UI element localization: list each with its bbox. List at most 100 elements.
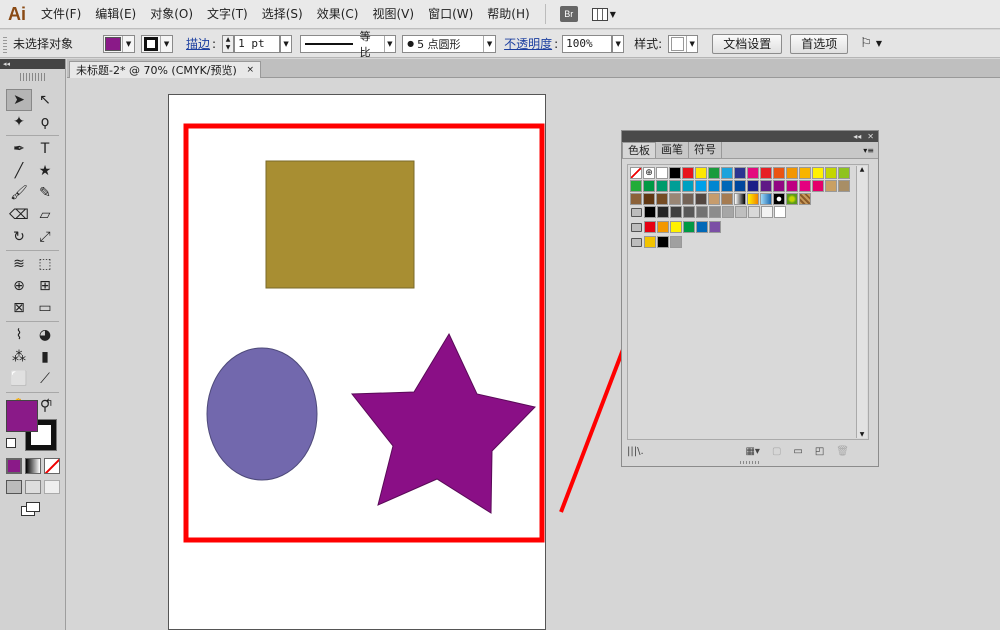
close-icon[interactable]: ✕ xyxy=(867,132,874,141)
swatch-row xyxy=(630,221,722,233)
purple-star[interactable] xyxy=(350,332,536,514)
scroll-down-icon[interactable]: ▼ xyxy=(857,431,867,438)
swatch[interactable] xyxy=(747,180,759,192)
swatch[interactable] xyxy=(838,167,850,179)
swatch[interactable] xyxy=(682,180,694,192)
swatch[interactable] xyxy=(735,206,747,218)
swatch-none[interactable] xyxy=(630,167,642,179)
show-kinds-icon[interactable]: ▦▾ xyxy=(745,446,759,457)
delete-icon[interactable]: 🗑 xyxy=(836,446,849,457)
swatch[interactable] xyxy=(838,180,850,192)
swatch[interactable] xyxy=(708,193,720,205)
swatch[interactable] xyxy=(695,167,707,179)
swatch[interactable] xyxy=(761,206,773,218)
color-group-folder-icon[interactable] xyxy=(631,238,642,247)
swatch[interactable] xyxy=(644,221,656,233)
swatch-grid: ▲ ▼ ⊕ xyxy=(627,164,869,440)
swatch[interactable] xyxy=(669,167,681,179)
color-group-folder-icon[interactable] xyxy=(631,208,642,217)
swatch[interactable] xyxy=(683,221,695,233)
purple-ellipse[interactable] xyxy=(206,347,318,481)
swatch[interactable] xyxy=(773,193,785,205)
panel-footer: |||\. ▦▾ ▢ ▭ ◰ 🗑 xyxy=(627,442,869,460)
swatch[interactable] xyxy=(643,193,655,205)
swatch[interactable] xyxy=(825,180,837,192)
swatch[interactable] xyxy=(657,236,669,248)
swatch[interactable] xyxy=(760,167,772,179)
swatch[interactable] xyxy=(709,221,721,233)
swatch[interactable] xyxy=(799,167,811,179)
swatch[interactable] xyxy=(760,180,772,192)
swatch-row: ⊕ xyxy=(630,167,851,179)
swatch[interactable] xyxy=(682,167,694,179)
swatch[interactable] xyxy=(670,236,682,248)
panel-menu-icon[interactable]: ▾≡ xyxy=(863,146,878,155)
swatch[interactable] xyxy=(786,167,798,179)
swatch-options-icon[interactable]: ▢ xyxy=(772,446,781,457)
collapse-icon[interactable]: ◂◂ xyxy=(853,132,861,141)
swatch[interactable] xyxy=(696,206,708,218)
swatch[interactable] xyxy=(670,221,682,233)
swatch[interactable] xyxy=(695,193,707,205)
swatch[interactable] xyxy=(669,193,681,205)
swatch[interactable] xyxy=(644,206,656,218)
swatch[interactable] xyxy=(682,193,694,205)
swatch[interactable] xyxy=(747,193,759,205)
swatch[interactable] xyxy=(644,236,656,248)
swatch[interactable] xyxy=(721,180,733,192)
swatch[interactable] xyxy=(630,193,642,205)
swatch-row xyxy=(630,180,851,192)
swatch[interactable] xyxy=(799,193,811,205)
swatch[interactable] xyxy=(683,206,695,218)
swatch[interactable] xyxy=(656,167,668,179)
scrollbar[interactable]: ▲ ▼ xyxy=(856,166,867,438)
footer-icons: ▦▾ ▢ ▭ ◰ 🗑 xyxy=(745,446,869,457)
new-color-group-icon[interactable]: ▭ xyxy=(793,446,802,457)
swatch[interactable] xyxy=(748,206,760,218)
swatch[interactable] xyxy=(786,180,798,192)
panel-resize-grip[interactable] xyxy=(740,461,760,464)
swatch[interactable] xyxy=(630,180,642,192)
swatch-row xyxy=(630,193,812,205)
swatch[interactable] xyxy=(708,167,720,179)
swatch[interactable] xyxy=(825,167,837,179)
swatch[interactable] xyxy=(695,180,707,192)
swatch[interactable] xyxy=(812,180,824,192)
swatch[interactable] xyxy=(670,206,682,218)
tab-symbols[interactable]: 符号 xyxy=(689,142,722,158)
swatch[interactable] xyxy=(734,193,746,205)
swatch[interactable] xyxy=(774,206,786,218)
swatch[interactable] xyxy=(708,180,720,192)
swatch[interactable] xyxy=(747,167,759,179)
swatch[interactable] xyxy=(643,180,655,192)
swatch[interactable] xyxy=(773,167,785,179)
swatch[interactable] xyxy=(656,193,668,205)
swatch[interactable] xyxy=(812,167,824,179)
scroll-up-icon[interactable]: ▲ xyxy=(857,166,867,173)
swatch[interactable] xyxy=(656,180,668,192)
swatch[interactable] xyxy=(786,193,798,205)
swatch[interactable] xyxy=(734,180,746,192)
color-group-folder-icon[interactable] xyxy=(631,223,642,232)
tab-brushes[interactable]: 画笔 xyxy=(656,142,689,158)
swatch[interactable] xyxy=(773,180,785,192)
swatch-row xyxy=(630,206,787,218)
swatch-libraries-icon[interactable]: |||\. xyxy=(627,446,644,457)
brown-rectangle[interactable] xyxy=(265,160,415,289)
new-swatch-icon[interactable]: ◰ xyxy=(815,446,824,457)
swatch[interactable] xyxy=(721,193,733,205)
panel-header: ◂◂ ✕ xyxy=(622,131,878,142)
swatch[interactable] xyxy=(721,167,733,179)
swatch[interactable] xyxy=(657,221,669,233)
swatch[interactable] xyxy=(669,180,681,192)
swatch[interactable] xyxy=(657,206,669,218)
swatch[interactable] xyxy=(760,193,772,205)
panel-tabs: 色板 画笔 符号 ▾≡ xyxy=(622,142,878,159)
swatch[interactable] xyxy=(696,221,708,233)
swatch-registration[interactable]: ⊕ xyxy=(643,167,655,179)
swatch[interactable] xyxy=(734,167,746,179)
tab-swatches[interactable]: 色板 xyxy=(622,142,656,158)
swatch[interactable] xyxy=(799,180,811,192)
swatch[interactable] xyxy=(722,206,734,218)
swatch[interactable] xyxy=(709,206,721,218)
